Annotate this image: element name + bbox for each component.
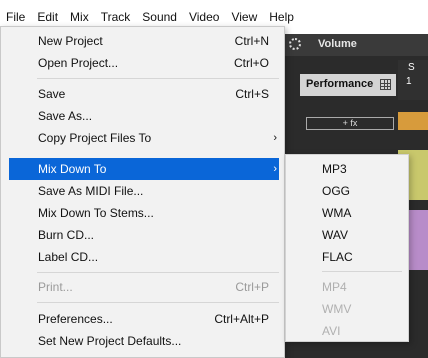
menu-item-label: Print... [38,280,73,294]
submenu-item-wmv: WMV [322,302,352,316]
menu-item-shortcut: Ctrl+O [233,56,269,70]
chevron-right-icon: › [273,132,277,144]
menu-item-shortcut: Ctrl+P [235,280,269,294]
menu-item-label: Save As MIDI File... [38,184,144,198]
track-header[interactable]: S 1 [398,60,428,100]
menu-file[interactable]: File [6,10,25,24]
volume-label: Volume [318,38,357,50]
submenu-item-wav[interactable]: WAV [286,224,410,246]
menu-item-label: Mix Down To Stems... [38,206,154,220]
menu-separator [37,272,279,273]
gear-icon[interactable] [289,38,301,50]
chevron-right-icon: › [273,163,277,175]
submenu-item-mp4: MP4 [322,280,347,294]
performance-label: Performance [306,78,374,90]
grid-icon[interactable] [380,79,391,90]
menu-item-save[interactable]: Save Ctrl+S [9,83,279,105]
menu-separator [37,302,279,303]
track-label: S [408,62,415,73]
menu-help[interactable]: Help [269,10,294,24]
menu-item-save-as-midi[interactable]: Save As MIDI File... [9,180,279,202]
submenu-item-avi: AVI [322,324,341,338]
menu-sound[interactable]: Sound [142,10,177,24]
submenu-item-mp3[interactable]: MP3 [286,158,410,180]
menu-item-label: Mix Down To [38,162,107,176]
menu-item-copy-project-files[interactable]: Copy Project Files To › [9,127,279,149]
menu-item-label: Preferences... [38,312,113,326]
menu-item-mix-down-to-stems[interactable]: Mix Down To Stems... [9,202,279,224]
menu-video[interactable]: Video [189,10,219,24]
menu-item-label: Save As... [38,109,93,123]
menu-item-new-project[interactable]: New Project Ctrl+N [9,30,279,52]
menu-item-label-cd[interactable]: Label CD... [9,246,279,268]
submenu-item-wma[interactable]: WMA [286,202,410,224]
menu-item-label: Open Project... [38,56,119,70]
menu-item-set-new-project-defaults[interactable]: Set New Project Defaults... [9,330,279,352]
menu-item-open-project[interactable]: Open Project... Ctrl+O [9,52,279,74]
menu-item-mix-down-to[interactable]: Mix Down To › [9,158,279,180]
menu-item-label: Burn CD... [38,228,95,242]
submenu-item-ogg[interactable]: OGG [286,180,410,202]
menu-separator [322,271,402,272]
menu-track[interactable]: Track [101,10,131,24]
file-menu-dropdown: New Project Ctrl+N Open Project... Ctrl+… [0,26,285,358]
submenu-item-flac[interactable]: FLAC [286,246,410,268]
menu-item-label: Label CD... [38,250,99,264]
menu-item-shortcut: Ctrl+S [235,87,269,101]
menu-item-label: Copy Project Files To [38,131,152,145]
mix-down-submenu: MP3 OGG WMA WAV FLAC MP4 WMV AVI [285,154,409,342]
menu-item-burn-cd[interactable]: Burn CD... [9,224,279,246]
menu-separator [37,78,279,79]
menu-item-label: Set New Project Defaults... [38,334,182,348]
track-strip-orange[interactable] [398,112,428,130]
menu-item-shortcut: Ctrl+Alt+P [214,312,269,326]
menu-view[interactable]: View [231,10,257,24]
menu-mix[interactable]: Mix [70,10,89,24]
menu-item-label: Save [38,87,66,101]
menu-item-save-as[interactable]: Save As... [9,105,279,127]
add-fx-button[interactable]: + fx [306,117,394,130]
menu-edit[interactable]: Edit [37,10,58,24]
track-number: 1 [406,76,412,87]
menu-item-shortcut: Ctrl+N [234,34,269,48]
menu-item-label: New Project [38,34,103,48]
menu-item-print: Print... Ctrl+P [9,276,279,298]
menu-item-preferences[interactable]: Preferences... Ctrl+Alt+P [9,308,279,330]
